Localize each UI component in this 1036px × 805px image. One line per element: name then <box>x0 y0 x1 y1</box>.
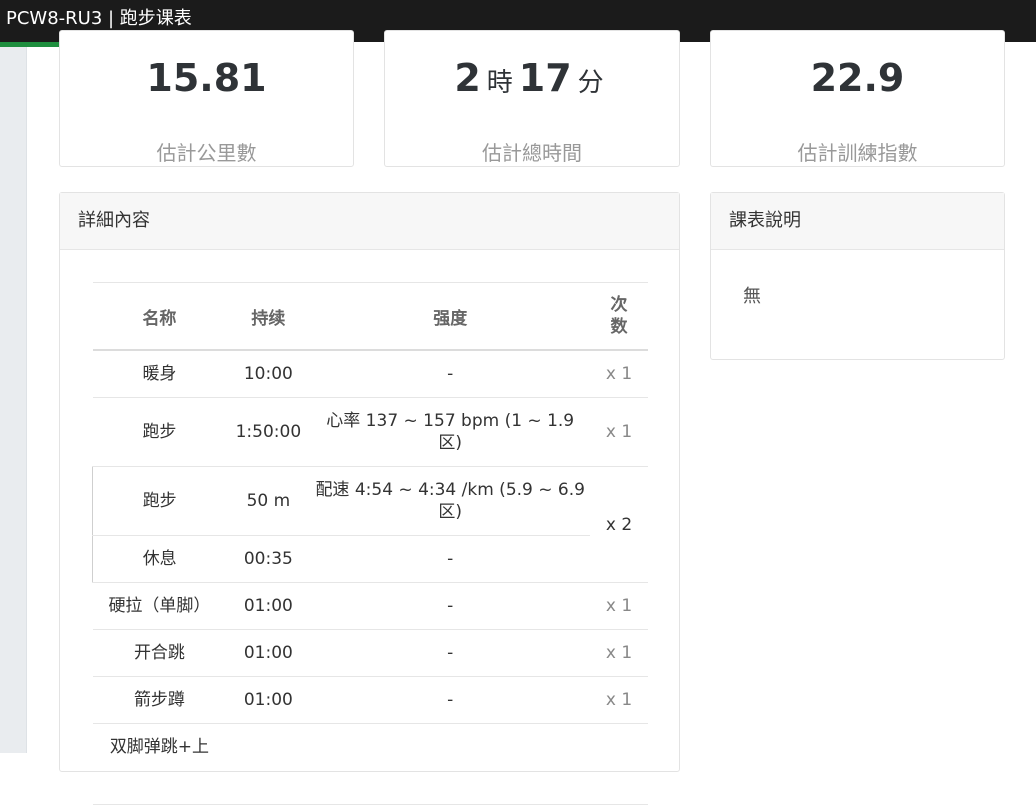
table-row-group-end: 休息 00:35 - <box>92 535 649 583</box>
row-name: 跑步 <box>92 466 227 536</box>
table-row-group-start: 跑步 50 m 配速 4:54 ~ 4:34 /km (5.9 ~ 6.9 区)… <box>92 466 648 583</box>
row-name: 箭步蹲 <box>92 676 227 724</box>
stat-duration-label: 估計總時間 <box>482 141 582 165</box>
row-reps: x 1 <box>590 629 648 677</box>
row-intensity: - <box>310 582 591 630</box>
row-intensity <box>310 723 591 805</box>
row-name: 休息 <box>92 535 227 583</box>
column-header-duration: 持续 <box>226 282 311 351</box>
row-duration: 1:50:00 <box>226 397 311 467</box>
row-intensity: - <box>310 535 591 583</box>
row-name: 硬拉（单脚） <box>92 582 227 630</box>
column-header-reps-label: 次数 <box>610 295 628 337</box>
table-row: 箭步蹲 01:00 - x 1 <box>92 676 648 724</box>
row-duration: 01:00 <box>226 629 311 677</box>
row-duration: 10:00 <box>226 350 311 398</box>
stat-card-duration: 2 時 17 分 估計總時間 <box>384 30 680 167</box>
row-intensity: 配速 4:54 ~ 4:34 /km (5.9 ~ 6.9 区) <box>310 466 591 536</box>
row-group-reps: x 2 <box>590 466 648 583</box>
detail-card-header: 詳細內容 <box>60 193 679 250</box>
stat-duration-minutes: 17 <box>518 56 572 100</box>
table-row: 跑步 1:50:00 心率 137 ~ 157 bpm (1 ~ 1.9 区) … <box>92 397 648 467</box>
column-header-reps: 次数 <box>590 282 648 351</box>
row-intensity: - <box>310 629 591 677</box>
row-name: 跑步 <box>92 397 227 467</box>
table-row: 开合跳 01:00 - x 1 <box>92 629 648 677</box>
workout-detail-table: 名称 持续 强度 次数 暖身 10:00 - x 1 跑步 1:50:00 心率… <box>92 282 648 805</box>
row-intensity: - <box>310 350 591 398</box>
row-reps: x 1 <box>590 350 648 398</box>
row-name: 开合跳 <box>92 629 227 677</box>
stat-duration-hours-unit: 時 <box>486 68 513 98</box>
row-intensity: - <box>310 676 591 724</box>
row-name: 双脚弹跳+上 <box>92 723 227 805</box>
table-row: 暖身 10:00 - x 1 <box>92 350 648 398</box>
stat-duration-value: 2 時 17 分 <box>385 55 679 106</box>
stat-training-index-value: 22.9 <box>810 56 905 100</box>
row-intensity: 心率 137 ~ 157 bpm (1 ~ 1.9 区) <box>310 397 591 467</box>
row-duration: 01:00 <box>226 676 311 724</box>
description-card: 課表說明 無 <box>710 192 1005 360</box>
table-row: 硬拉（单脚） 01:00 - x 1 <box>92 582 648 630</box>
row-reps: x 1 <box>590 582 648 630</box>
window-title: PCW8-RU3 | 跑步课表 <box>6 8 192 29</box>
stat-distance-label: 估計公里數 <box>156 141 257 165</box>
row-duration: 50 m <box>226 466 311 536</box>
sidebar-rail <box>0 47 27 753</box>
stat-duration-minutes-unit: 分 <box>577 68 604 98</box>
row-reps <box>590 723 648 805</box>
row-reps: x 1 <box>590 397 648 467</box>
column-header-name: 名称 <box>92 282 227 351</box>
stat-card-distance: 15.81 估計公里數 <box>59 30 354 167</box>
description-body: 無 <box>743 286 761 307</box>
column-header-intensity: 强度 <box>310 282 591 351</box>
row-name: 暖身 <box>92 350 227 398</box>
table-header-row: 名称 持续 强度 次数 <box>92 282 648 351</box>
stat-duration-hours: 2 <box>454 56 481 100</box>
stat-card-training-index: 22.9 估計訓練指數 <box>710 30 1005 167</box>
detail-card: 詳細內容 名称 持续 强度 次数 暖身 10:00 - x 1 跑步 1:50:… <box>59 192 680 805</box>
row-duration: 00:35 <box>226 535 311 583</box>
stat-distance-value: 15.81 <box>146 56 267 100</box>
row-duration <box>226 723 311 805</box>
row-reps: x 1 <box>590 676 648 724</box>
row-duration: 01:00 <box>226 582 311 630</box>
stat-training-index-label: 估計訓練指數 <box>797 141 918 165</box>
table-row: 双脚弹跳+上 <box>92 723 648 805</box>
description-card-header: 課表說明 <box>711 193 1004 250</box>
